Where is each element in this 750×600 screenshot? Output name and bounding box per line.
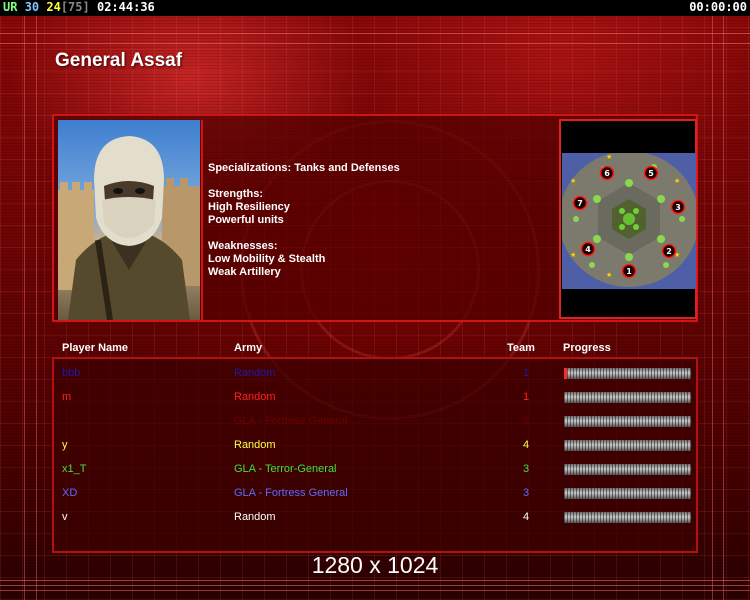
player-row: v Random 4 <box>0 505 750 529</box>
player-name: x1_T <box>62 463 87 475</box>
portrait-image <box>58 136 200 320</box>
start-position-marker: 1 <box>621 263 637 279</box>
player-army: GLA - Fortress General <box>234 415 348 427</box>
svg-text:4: 4 <box>585 245 591 254</box>
player-team: 3 <box>523 463 530 475</box>
svg-text:1: 1 <box>626 267 632 276</box>
svg-text:★: ★ <box>674 177 680 185</box>
player-army: Random <box>234 391 276 403</box>
player-army: Random <box>234 511 276 523</box>
specializations-text: Specializations: Tanks and Defenses <box>208 162 400 174</box>
svg-text:3: 3 <box>675 203 681 212</box>
progress-bar <box>564 392 691 403</box>
column-header-progress: Progress <box>563 342 611 354</box>
loading-screen: UR 30 24[75] 02:44:36 00:00:00 General A… <box>0 0 750 600</box>
progress-fill <box>564 368 567 379</box>
player-team: 4 <box>523 511 530 523</box>
portrait-divider <box>201 120 203 320</box>
column-header-army: Army <box>234 342 263 354</box>
hud-elapsed-time: 02:44:36 <box>96 0 155 14</box>
column-header-player: Player Name <box>62 342 129 354</box>
svg-text:5: 5 <box>648 169 654 178</box>
map-preview: ★ ★ ★ ★ ★ ★ 1 2 3 4 5 6 7 <box>559 119 697 319</box>
player-army: Random <box>234 367 276 379</box>
progress-bar <box>564 488 691 499</box>
start-position-marker: 3 <box>670 199 686 215</box>
svg-text:★: ★ <box>606 153 612 161</box>
player-row: x1_T GLA - Terror-General 3 <box>0 457 750 481</box>
svg-text:7: 7 <box>577 199 583 208</box>
weaknesses-heading: Weaknesses: <box>208 240 278 252</box>
player-army: GLA - Fortress General <box>234 487 348 499</box>
strength-item: Powerful units <box>208 214 284 226</box>
progress-bar <box>564 464 691 475</box>
general-info-panel: Specializations: Tanks and Defenses Stre… <box>52 114 698 322</box>
svg-text:★: ★ <box>570 251 576 259</box>
start-position-marker: 6 <box>599 165 615 181</box>
svg-text:6: 6 <box>604 169 610 178</box>
hud-value-c: [75] <box>60 0 90 14</box>
progress-bar <box>564 512 691 523</box>
start-position-marker: 7 <box>572 195 588 211</box>
player-team: 1 <box>523 391 530 403</box>
player-row: bbb Random 1 <box>0 361 750 385</box>
player-team: 3 <box>523 487 530 499</box>
player-name: bbb <box>62 367 81 379</box>
weakness-item: Low Mobility & Stealth <box>208 253 326 265</box>
strengths-heading: Strengths: <box>208 188 263 200</box>
weakness-item: Weak Artillery <box>208 266 281 278</box>
general-title: General Assaf <box>55 50 183 71</box>
svg-text:★: ★ <box>570 177 576 185</box>
player-row: GLA - Fortress General 3 <box>0 409 750 433</box>
hud-bar: UR 30 24[75] 02:44:36 00:00:00 <box>0 0 750 16</box>
start-position-marker: 4 <box>580 241 596 257</box>
hud-value-b: 24 <box>46 0 61 14</box>
player-team: 3 <box>523 415 530 427</box>
player-name: y <box>62 439 68 451</box>
player-row: m Random 1 <box>0 385 750 409</box>
player-army: GLA - Terror-General <box>234 463 337 475</box>
start-position-marker: 2 <box>661 243 677 259</box>
progress-bar <box>564 368 691 379</box>
player-team: 1 <box>523 367 530 379</box>
svg-text:★: ★ <box>606 271 612 279</box>
general-traits: Specializations: Tanks and Defenses Stre… <box>208 162 400 279</box>
resolution-overlay: 1280 x 1024 <box>311 552 439 578</box>
progress-bar <box>564 416 691 427</box>
strength-item: High Resiliency <box>208 201 290 213</box>
player-name: m <box>62 391 72 403</box>
player-name: v <box>62 511 68 523</box>
progress-bar <box>564 440 691 451</box>
general-portrait <box>58 120 200 320</box>
hud-value-a: 30 <box>24 0 40 14</box>
hud-countdown: 00:00:00 <box>689 0 747 14</box>
start-position-marker: 5 <box>643 165 659 181</box>
player-name: XD <box>62 487 78 499</box>
player-army: Random <box>234 439 276 451</box>
player-row: XD GLA - Fortress General 3 <box>0 481 750 505</box>
hud-stats: UR 30 24[75] 02:44:36 <box>3 0 155 15</box>
player-team: 4 <box>523 439 530 451</box>
hud-label: UR <box>3 0 18 14</box>
svg-text:2: 2 <box>666 247 672 256</box>
column-header-team: Team <box>507 342 535 354</box>
minimap: ★ ★ ★ ★ ★ ★ 1 2 3 4 5 6 7 <box>562 153 696 289</box>
player-row: y Random 4 <box>0 433 750 457</box>
